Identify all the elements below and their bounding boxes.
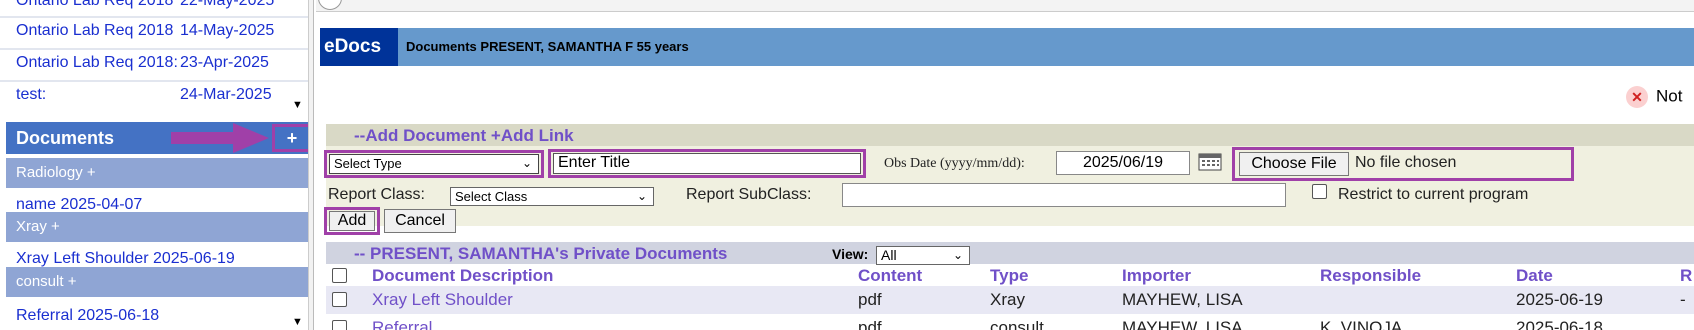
report-class-label: Report Class: xyxy=(328,186,425,203)
caret-down-icon[interactable]: ▼ xyxy=(292,99,303,111)
cell-type: Xray xyxy=(990,290,1025,309)
document-link[interactable]: Referral xyxy=(372,318,432,330)
cell-date: 2025-06-19 xyxy=(1516,290,1603,309)
view-label: View: xyxy=(832,246,869,262)
restrict-checkbox[interactable] xyxy=(1312,184,1327,199)
lab-list-item[interactable]: test: 24-Mar-2025 xyxy=(0,80,310,110)
col-header-importer[interactable]: Importer xyxy=(1122,266,1191,286)
title-input-highlight: Enter Title xyxy=(548,149,866,178)
report-subclass-input[interactable] xyxy=(842,183,1286,207)
document-link[interactable]: Referral 2025-06-18 xyxy=(16,307,159,325)
arrow-right-icon xyxy=(171,123,269,153)
category-label: Radiology + xyxy=(16,164,96,181)
add-form-heading: --Add Document +Add Link xyxy=(326,124,1694,146)
select-all-checkbox[interactable] xyxy=(332,268,347,283)
obs-date-input[interactable]: 2025/06/19 xyxy=(1056,151,1190,175)
choose-file-button[interactable]: Choose File xyxy=(1239,152,1349,176)
add-document-link[interactable]: --Add Document +Add Link xyxy=(354,126,574,146)
cell-content: pdf xyxy=(858,290,882,309)
category-xray[interactable]: Xray + xyxy=(6,212,312,242)
cell-type: consult xyxy=(990,318,1044,330)
page-title: Documents PRESENT, SAMANTHA F 55 years xyxy=(406,39,689,54)
category-consult[interactable]: consult + xyxy=(6,267,312,297)
lab-list-item[interactable]: Ontario Lab Req 2018 22-May-2025 xyxy=(0,0,310,16)
private-documents-header: -- PRESENT, SAMANTHA's Private Documents… xyxy=(326,242,1694,264)
notice: ✕ Not xyxy=(1626,86,1682,108)
cancel-button[interactable]: Cancel xyxy=(384,209,456,233)
row-checkbox[interactable] xyxy=(332,320,347,330)
calendar-icon[interactable] xyxy=(1198,153,1222,171)
add-document-button[interactable]: + xyxy=(272,124,312,152)
obs-date-value: 2025/06/19 xyxy=(1082,154,1164,171)
cell-content: pdf xyxy=(858,318,882,330)
scrollbar[interactable] xyxy=(308,0,313,330)
left-panel: Ontario Lab Req 2018 22-May-2025 Ontario… xyxy=(0,0,314,330)
documents-header: Documents xyxy=(6,122,312,154)
type-select-highlight: Select Type ⌄ xyxy=(324,150,544,178)
private-documents-title: -- PRESENT, SAMANTHA's Private Documents xyxy=(354,244,728,263)
title-input[interactable]: Enter Title xyxy=(553,153,861,174)
col-header-date[interactable]: Date xyxy=(1516,266,1553,286)
lab-item-date: 22-May-2025 xyxy=(180,0,275,9)
documents-header-label: Documents xyxy=(16,128,115,148)
lab-item-date: 23-Apr-2025 xyxy=(180,54,269,71)
col-header-r[interactable]: R xyxy=(1680,266,1692,286)
col-header-responsible[interactable]: Responsible xyxy=(1320,266,1421,286)
cell-date: 2025-06-18 xyxy=(1516,318,1603,330)
edocs-header: eDocs Documents PRESENT, SAMANTHA F 55 y… xyxy=(320,28,1694,66)
lab-item-title: Ontario Lab Req 2018: xyxy=(16,54,178,71)
lab-item-title: test: xyxy=(16,86,47,103)
lab-item-title: Ontario Lab Req 2018 xyxy=(16,22,174,39)
col-header-type[interactable]: Type xyxy=(990,266,1028,286)
report-class-value: Select Class xyxy=(455,189,528,204)
document-link[interactable]: Xray Left Shoulder 2025-06-19 xyxy=(16,250,235,268)
document-link[interactable]: Xray Left Shoulder xyxy=(372,290,513,310)
cell-r: - xyxy=(1680,290,1686,309)
view-select-value: All xyxy=(881,247,897,263)
col-header-content[interactable]: Content xyxy=(858,266,922,286)
cell-importer: MAYHEW, LISA xyxy=(1122,290,1243,309)
edocs-logo: eDocs xyxy=(320,28,398,66)
browser-bar xyxy=(316,0,1694,12)
report-class-select[interactable]: Select Class ⌄ xyxy=(450,187,654,206)
chevron-down-icon: ⌄ xyxy=(952,248,963,262)
add-button-highlight: Add xyxy=(324,207,380,235)
category-label: Xray + xyxy=(16,218,60,235)
lab-list-item[interactable]: Ontario Lab Req 2018 14-May-2025 xyxy=(0,16,310,46)
back-icon[interactable] xyxy=(318,0,342,10)
restrict-label: Restrict to current program xyxy=(1338,186,1529,203)
chevron-down-icon: ⌄ xyxy=(636,189,647,203)
row-checkbox[interactable] xyxy=(332,292,347,307)
notice-text: Not xyxy=(1656,86,1683,106)
title-input-value: Enter Title xyxy=(558,154,631,171)
view-select[interactable]: All ⌄ xyxy=(876,246,970,265)
category-radiology[interactable]: Radiology + xyxy=(6,158,312,188)
file-picker-highlight: Choose File No file chosen xyxy=(1232,147,1574,181)
lab-list-item[interactable]: Ontario Lab Req 2018: 23-Apr-2025 xyxy=(0,48,310,78)
caret-down-icon[interactable]: ▼ xyxy=(292,316,303,328)
cell-importer: MAYHEW, LISA xyxy=(1122,318,1243,330)
type-select[interactable]: Select Type ⌄ xyxy=(329,154,539,174)
chevron-down-icon: ⌄ xyxy=(521,156,532,170)
add-button[interactable]: Add xyxy=(329,211,375,231)
lab-item-date: 24-Mar-2025 xyxy=(180,86,272,103)
cell-responsible: K, VINOJA xyxy=(1320,318,1403,330)
lab-item-date: 14-May-2025 xyxy=(180,22,275,39)
close-icon[interactable]: ✕ xyxy=(1626,86,1648,108)
lab-item-title: Ontario Lab Req 2018 xyxy=(16,0,174,9)
type-select-value: Select Type xyxy=(334,156,402,171)
col-header-description[interactable]: Document Description xyxy=(372,266,553,286)
report-subclass-label: Report SubClass: xyxy=(686,186,812,203)
obs-date-label: Obs Date (yyyy/mm/dd): xyxy=(884,156,1025,171)
no-file-label: No file chosen xyxy=(1355,154,1457,171)
category-label: consult + xyxy=(16,273,77,290)
